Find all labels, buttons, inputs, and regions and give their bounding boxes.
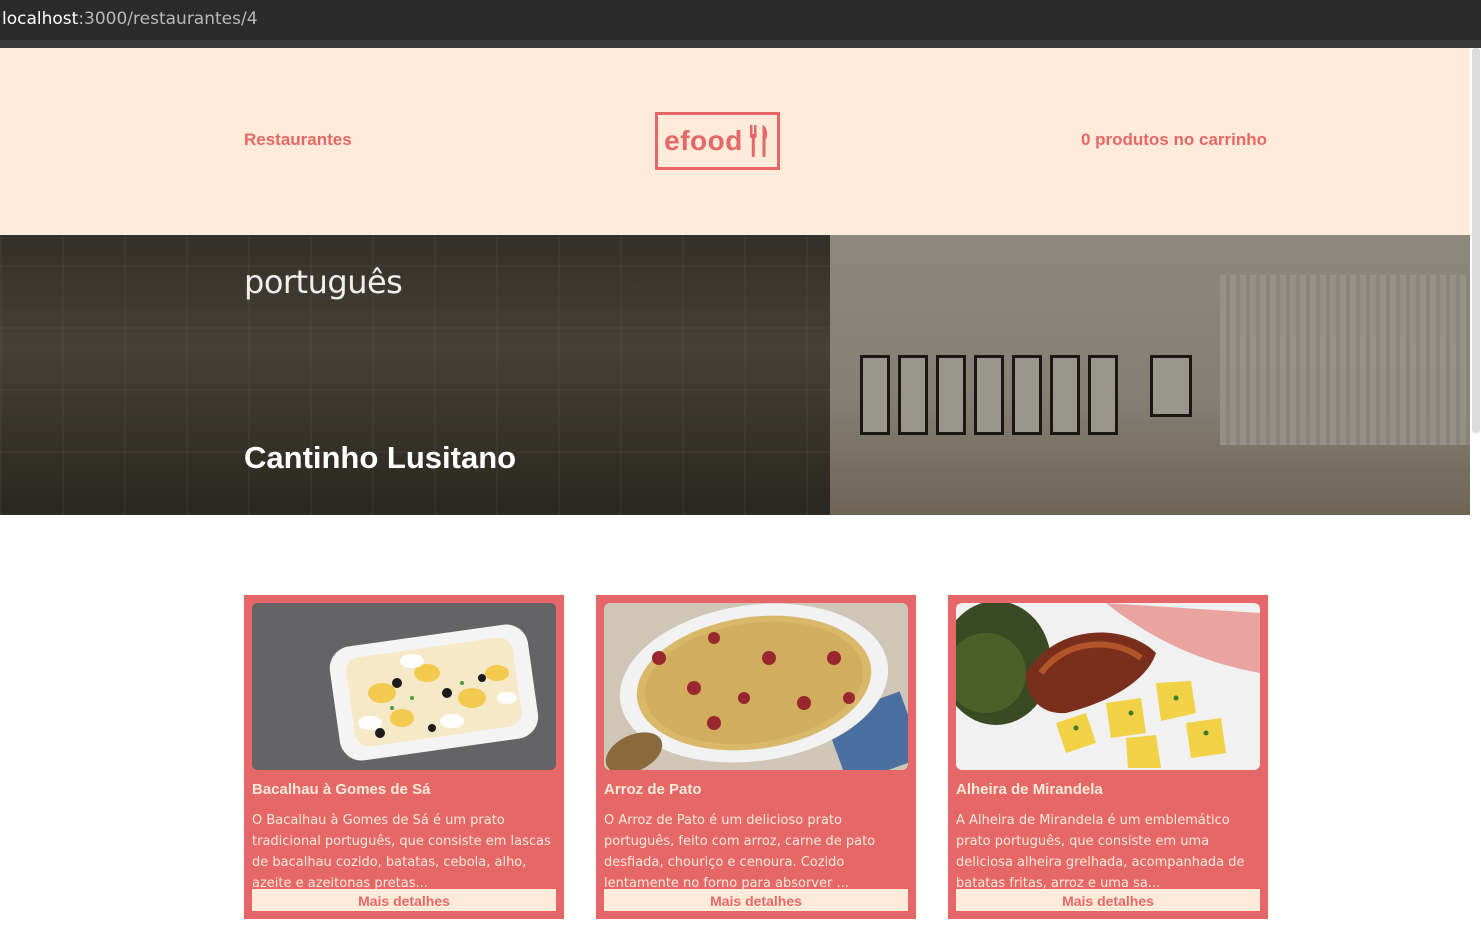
product-card: Alheira de Mirandela A Alheira de Mirand… <box>948 595 1268 919</box>
product-description: A Alheira de Mirandela é um emblemático … <box>956 813 1245 891</box>
page-scrollbar[interactable] <box>1470 48 1481 947</box>
product-description: O Bacalhau à Gomes de Sá é um prato trad… <box>252 813 551 891</box>
fork-knife-icon <box>749 125 768 157</box>
restaurant-banner: português Cantinho Lusitano <box>0 235 1470 515</box>
product-description: O Arroz de Pato é um delicioso prato por… <box>604 813 876 891</box>
more-details-button[interactable]: Mais detalhes <box>956 889 1260 911</box>
product-title: Alheira de Mirandela <box>956 781 1103 798</box>
product-image-arroz-de-pato <box>604 603 908 770</box>
banner-overlay <box>0 235 1470 515</box>
url-text[interactable]: localhost:3000/restaurantes/4 <box>2 9 258 29</box>
more-details-button[interactable]: Mais detalhes <box>604 889 908 911</box>
scrollbar-thumb[interactable] <box>1472 48 1480 433</box>
product-card: Bacalhau à Gomes de Sá O Bacalhau à Gome… <box>244 595 564 919</box>
product-card: Arroz de Pato O Arroz de Pato é um delic… <box>596 595 916 919</box>
product-list: Bacalhau à Gomes de Sá O Bacalhau à Gome… <box>244 595 1268 919</box>
product-image-alheira <box>956 603 1260 770</box>
more-details-button[interactable]: Mais detalhes <box>252 889 556 911</box>
logo-text: efood <box>664 125 743 156</box>
url-path: :3000/restaurantes/4 <box>78 9 258 29</box>
url-host: localhost <box>2 9 79 29</box>
browser-toolbar-divider <box>0 40 1481 48</box>
restaurants-link[interactable]: Restaurantes <box>244 130 352 150</box>
browser-address-bar[interactable]: localhost:3000/restaurantes/4 <box>0 0 1481 40</box>
efood-logo[interactable]: efood <box>655 112 780 170</box>
product-title: Bacalhau à Gomes de Sá <box>252 781 431 798</box>
cart-link[interactable]: 0 produtos no carrinho <box>1081 130 1267 150</box>
product-image-bacalhau <box>252 603 556 770</box>
site-header: Restaurantes efood 0 produtos no carrinh… <box>0 48 1470 235</box>
cuisine-tag: português <box>244 263 403 301</box>
product-title: Arroz de Pato <box>604 781 702 798</box>
restaurant-name: Cantinho Lusitano <box>244 440 517 475</box>
